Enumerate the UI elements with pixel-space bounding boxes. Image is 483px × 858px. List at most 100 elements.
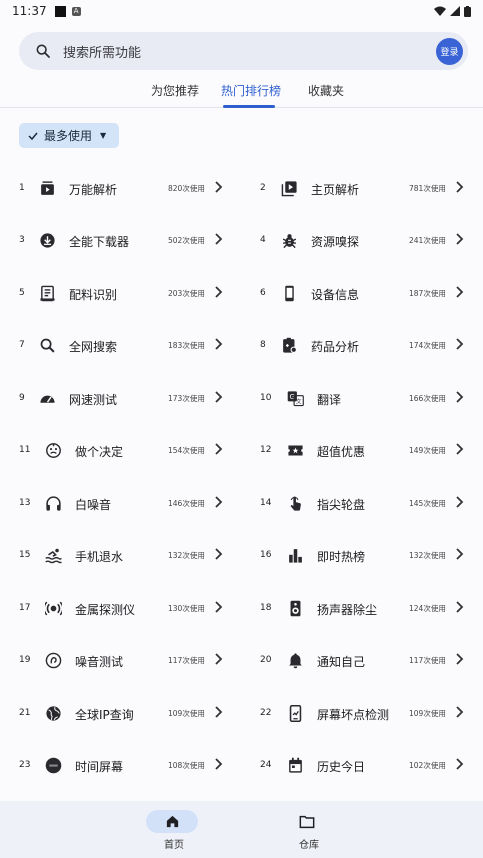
video-library-icon [280,179,298,197]
ranking-item[interactable]: 18 扬声器除尘 124次使用 [241,582,482,634]
ranking-item[interactable]: 9 网速测试 173次使用 [0,372,241,424]
usage-count: 124次使用 [409,604,446,613]
nav-repository-indicator [281,810,333,833]
chevron-right-icon [456,338,464,350]
notification-square-icon [54,5,66,17]
tool-name: 指尖轮盘 [317,498,366,512]
ranking-item[interactable]: 5 配料识别 203次使用 [0,267,241,319]
signal-icon [450,6,460,16]
tab-hot-ranking[interactable]: 热门排行榜 [221,82,281,99]
rank-number: 10 [260,393,272,403]
usage-count: 166次使用 [409,394,446,403]
rank-number: 7 [19,340,25,350]
ranking-item[interactable]: 10 G文 翻译 166次使用 [241,372,482,424]
chevron-right-icon [456,601,464,613]
ranking-item[interactable]: 12 超值优惠 149次使用 [241,424,482,476]
chevron-right-icon [215,338,223,350]
tool-name: 通知自己 [317,655,366,669]
tool-name: 超值优惠 [317,445,366,459]
ranking-row: 11 做个决定 154次使用 12 超值优惠 149次使用 [0,424,483,476]
tool-name: 资源嗅探 [311,235,360,249]
usage-count: 241次使用 [409,236,446,245]
ranking-item[interactable]: 15 手机退水 132次使用 [0,529,241,581]
clock-badge-icon [44,756,62,774]
touch-icon [286,494,304,512]
nav-repository[interactable]: 仓库 [269,801,349,858]
tab-favorites[interactable]: 收藏夹 [308,82,344,99]
app-notification-icon: A [71,6,81,16]
usage-count: 109次使用 [409,709,446,718]
ranking-item[interactable]: 22 屏幕坏点检测 109次使用 [241,687,482,739]
folder-icon [299,815,315,828]
ranking-row: 21 全球IP查询 109次使用 22 屏幕坏点检测 109次使用 [0,687,483,739]
ranking-item[interactable]: 20 通知自己 117次使用 [241,634,482,686]
usage-count: 117次使用 [168,656,205,665]
tool-name: 白噪音 [75,498,112,512]
rank-number: 14 [260,498,272,508]
screen-check-icon [286,704,304,722]
ranking-item[interactable]: 23 时间屏幕 108次使用 [0,739,241,791]
wifi-icon [434,6,446,16]
article-icon [38,284,56,302]
ranking-item[interactable]: 6 设备信息 187次使用 [241,267,482,319]
ranking-item[interactable]: 13 白噪音 146次使用 [0,477,241,529]
chevron-right-icon [215,233,223,245]
ranking-item[interactable]: 8 药品分析 174次使用 [241,319,482,371]
usage-count: 781次使用 [409,184,446,193]
rank-number: 17 [19,603,31,613]
rank-number: 4 [260,235,266,245]
usage-count: 203次使用 [168,289,205,298]
download-icon [38,231,56,249]
usage-count: 502次使用 [168,236,205,245]
chevron-right-icon [215,653,223,665]
ranking-item[interactable]: 7 全网搜索 183次使用 [0,319,241,371]
chevron-right-icon [456,391,464,403]
usage-count: 174次使用 [409,341,446,350]
chevron-right-icon [456,653,464,665]
chevron-right-icon [215,391,223,403]
tool-name: 配料识别 [69,288,118,302]
ranking-item[interactable]: 1 万能解析 820次使用 [0,162,241,214]
bottom-navigation: 首页 仓库 [0,801,483,858]
tool-name: 全网搜索 [69,340,118,354]
rank-number: 23 [19,760,31,770]
tool-name: 全能下载器 [69,235,130,249]
search-icon [38,336,56,354]
ranking-row: 7 全网搜索 183次使用 8 药品分析 174次使用 [0,319,483,371]
search-bar[interactable]: 搜索所需功能 登录 [19,32,468,70]
chevron-right-icon [215,181,223,193]
face-icon [44,441,62,459]
hearing-icon [44,651,62,669]
dropdown-caret-icon: ▼ [100,131,107,140]
ranking-item[interactable]: 14 指尖轮盘 145次使用 [241,477,482,529]
tab-recommended[interactable]: 为您推荐 [151,82,199,99]
medical-clipboard-icon [280,336,298,354]
chevron-right-icon [456,233,464,245]
login-button[interactable]: 登录 [436,38,463,65]
chevron-right-icon [456,548,464,560]
ranking-item[interactable]: 19 噪音测试 117次使用 [0,634,241,686]
ranking-item[interactable]: 16 即时热榜 132次使用 [241,529,482,581]
ranking-item[interactable]: 21 全球IP查询 109次使用 [0,687,241,739]
ranking-item[interactable]: 3 全能下载器 502次使用 [0,214,241,266]
sort-filter-chip[interactable]: 最多使用 ▼ [19,123,119,148]
ranking-item[interactable]: 24 历史今日 102次使用 [241,739,482,791]
nav-repository-label: 仓库 [299,840,319,851]
ranking-item[interactable]: 4 资源嗅探 241次使用 [241,214,482,266]
tool-name: 扬声器除尘 [317,603,378,617]
ranking-row: 15 手机退水 132次使用 16 即时热榜 132次使用 [0,529,483,581]
tool-name: 噪音测试 [75,655,124,669]
rank-number: 3 [19,235,25,245]
tool-name: 做个决定 [75,445,124,459]
rank-number: 6 [260,288,266,298]
tool-name: 翻译 [317,393,342,407]
nav-home[interactable]: 首页 [134,801,214,858]
rank-number: 5 [19,288,25,298]
ranking-row: 5 配料识别 203次使用 6 设备信息 187次使用 [0,267,483,319]
usage-count: 173次使用 [168,394,205,403]
tool-name: 药品分析 [311,340,360,354]
ranking-item[interactable]: 2 主页解析 781次使用 [241,162,482,214]
ranking-item[interactable]: 17 金属探测仪 130次使用 [0,582,241,634]
ranking-item[interactable]: 11 做个决定 154次使用 [0,424,241,476]
chevron-right-icon [456,496,464,508]
